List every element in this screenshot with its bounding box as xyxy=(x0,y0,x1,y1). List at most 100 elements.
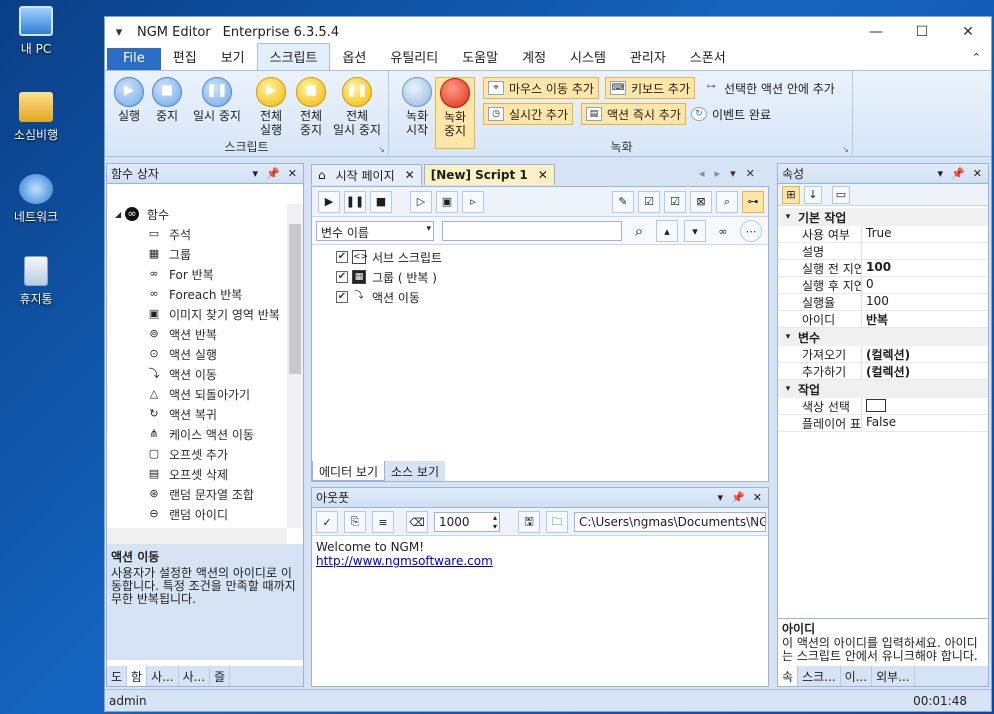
panel-dropdown-icon[interactable]: ▾ xyxy=(938,167,944,180)
desktop-icon-my-pc[interactable]: 내 PC xyxy=(6,6,66,57)
collapse-icon[interactable]: ▾ xyxy=(778,332,798,342)
document-search-icon[interactable]: ⎘ xyxy=(344,511,366,533)
panel-dropdown-icon[interactable]: ▾ xyxy=(718,491,724,504)
close-icon[interactable]: ✕ xyxy=(288,167,297,180)
output-website-link[interactable]: http://www.ngmsoftware.com xyxy=(316,554,493,568)
variable-name-select[interactable]: 변수 이름 ▾ xyxy=(316,221,434,241)
checkbox-checked[interactable]: ✔ xyxy=(336,291,348,303)
menu-account[interactable]: 계정 xyxy=(510,44,558,70)
brush-icon[interactable]: ✓ xyxy=(316,511,338,533)
function-item[interactable]: ⊚ 액션 반복 xyxy=(107,324,287,344)
tree-root[interactable]: ◢ ∞ 함수 xyxy=(107,204,287,224)
line-count-input[interactable]: 1000 ▴ ▾ xyxy=(434,512,500,532)
tab-source-view[interactable]: 소스 보기 xyxy=(385,461,445,481)
pause-icon[interactable]: ❚❚ xyxy=(344,190,366,213)
script-item[interactable]: ✔ ▦ 그룹 ( 반복 ) xyxy=(336,267,768,287)
eraser-icon[interactable]: ⌫ xyxy=(406,511,428,533)
function-item[interactable]: ⤵ 액션 이동 xyxy=(107,364,287,384)
property-value[interactable]: (컬렉션) xyxy=(862,363,910,379)
close-icon[interactable]: ✕ xyxy=(405,168,415,182)
run-selected-icon[interactable]: ▹ xyxy=(462,190,484,213)
property-category[interactable]: ▾ 변수 xyxy=(778,328,988,346)
quick-access-dropdown-icon[interactable]: ▾ xyxy=(109,25,129,40)
run-from-here-icon[interactable]: ▣ xyxy=(436,190,458,213)
check-all-icon[interactable]: ☑ xyxy=(664,190,686,213)
check-icon[interactable]: ☑ xyxy=(638,190,660,213)
minimize-button[interactable]: — xyxy=(853,24,899,40)
function-item[interactable]: ∞ For 반복 xyxy=(107,264,287,284)
add-realtime-button[interactable]: ◷ 실시간 추가 xyxy=(483,103,574,125)
panel-dropdown-icon[interactable]: ▾ xyxy=(253,167,259,180)
property-value[interactable]: 100 xyxy=(862,294,889,310)
run-all-button[interactable]: ▶ 전체 실행 xyxy=(249,77,293,137)
tab-editor-view[interactable]: 에디터 보기 xyxy=(312,461,386,481)
tab-favorites[interactable]: 즐 xyxy=(210,666,231,686)
stop-button[interactable]: ■ 중지 xyxy=(145,77,189,123)
tab-external[interactable]: 외부... xyxy=(872,666,915,686)
menu-help[interactable]: 도움말 xyxy=(450,44,510,70)
collapse-icon[interactable]: ▾ xyxy=(778,212,798,222)
pin-icon[interactable]: 📌 xyxy=(266,167,280,180)
property-row[interactable]: 실행율 100 xyxy=(778,294,988,311)
property-row[interactable]: 실행 후 지연 0 xyxy=(778,277,988,294)
scrollbar-thumb[interactable] xyxy=(289,224,301,374)
pause-all-button[interactable]: ❚❚ 전체 일시 중지 xyxy=(327,77,387,137)
list-icon[interactable]: ≡ xyxy=(372,511,394,533)
play-icon[interactable]: ▶ xyxy=(318,190,340,213)
script-item[interactable]: ✔ ⤵ 액션 이동 xyxy=(336,287,768,307)
tab-scroll-right-icon[interactable]: ▸ xyxy=(715,167,721,180)
function-item[interactable]: ⊛ 랜덤 문자열 조합 xyxy=(107,484,287,504)
tab-list-dropdown-icon[interactable]: ▾ xyxy=(730,167,736,180)
checkbox-checked[interactable]: ✔ xyxy=(336,251,348,263)
menu-file[interactable]: File xyxy=(107,48,161,70)
pause-button[interactable]: ❚❚ 일시 중지 xyxy=(189,77,245,123)
property-value[interactable]: True xyxy=(862,226,892,242)
tab-scroll-left-icon[interactable]: ◂ xyxy=(699,167,705,180)
step-icon[interactable]: ▷ xyxy=(410,190,432,213)
desktop-icon-network[interactable]: 네트워크 xyxy=(6,174,66,225)
menu-script[interactable]: 스크립트 xyxy=(256,43,331,70)
pin-icon[interactable]: 📌 xyxy=(951,167,965,180)
property-value[interactable]: 100 xyxy=(862,260,891,276)
property-row[interactable]: 설명 xyxy=(778,243,988,260)
add-keyboard-button[interactable]: ⌨ 키보드 추가 xyxy=(605,77,696,99)
tab-user[interactable]: 사... xyxy=(147,666,179,686)
menu-sponsor[interactable]: 스폰서 xyxy=(678,44,738,70)
function-tree-hscrollbar[interactable] xyxy=(107,528,287,544)
property-value[interactable] xyxy=(862,243,866,259)
categorized-icon[interactable]: ⊞ xyxy=(782,185,800,204)
menu-utility[interactable]: 유틸리티 xyxy=(378,44,450,70)
close-icon[interactable]: ✕ xyxy=(973,167,982,180)
menu-admin[interactable]: 관리자 xyxy=(618,44,678,70)
checkbox-checked[interactable]: ✔ xyxy=(336,271,348,283)
dialog-launcher-icon[interactable]: ↘ xyxy=(378,145,385,154)
function-item[interactable]: ▦ 그룹 xyxy=(107,244,287,264)
color-swatch[interactable] xyxy=(866,399,886,412)
property-row[interactable]: 플레이어 표시False xyxy=(778,415,988,432)
tab-script-1[interactable]: [New] Script 1 ✕ xyxy=(423,164,555,185)
function-item[interactable]: ⋔ 케이스 액션 이동 xyxy=(107,424,287,444)
property-row[interactable]: 사용 여부 True xyxy=(778,226,988,243)
collapse-icon[interactable]: ◢ xyxy=(115,210,125,219)
close-icon[interactable]: ✕ xyxy=(538,168,548,182)
tab-script[interactable]: 스크... xyxy=(798,666,841,686)
menu-options[interactable]: 옵션 xyxy=(330,44,378,70)
property-pages-icon[interactable]: ▭ xyxy=(832,185,850,204)
property-value[interactable] xyxy=(862,398,886,414)
move-up-icon[interactable]: ▴ xyxy=(656,220,678,242)
tab-toolbox[interactable]: 도 xyxy=(107,666,128,686)
tab-functions[interactable]: 함 xyxy=(127,666,148,686)
tab-start-page[interactable]: ⌂ 시작 페이지 ✕ xyxy=(311,164,422,185)
property-row[interactable]: 가져오기 (컬렉션) xyxy=(778,346,988,363)
search-input[interactable] xyxy=(442,221,622,241)
property-row[interactable]: 아이디 반복 xyxy=(778,311,988,328)
spinner-icon[interactable]: ▴ ▾ xyxy=(493,513,497,531)
save-icon[interactable]: 🖫 xyxy=(518,511,540,533)
output-path-input[interactable]: C:\Users\ngmas\Documents\NGM6\ xyxy=(574,512,766,532)
menu-edit[interactable]: 편집 xyxy=(161,44,209,70)
function-tree-scrollbar[interactable] xyxy=(287,204,303,528)
desktop-icon-recycle-bin[interactable]: 휴지통 xyxy=(6,256,66,307)
desktop-icon-user[interactable]: 소심비행 xyxy=(6,92,66,143)
folder-icon[interactable]: 🗀 xyxy=(546,511,568,533)
function-item[interactable]: ↻ 액션 복귀 xyxy=(107,404,287,424)
